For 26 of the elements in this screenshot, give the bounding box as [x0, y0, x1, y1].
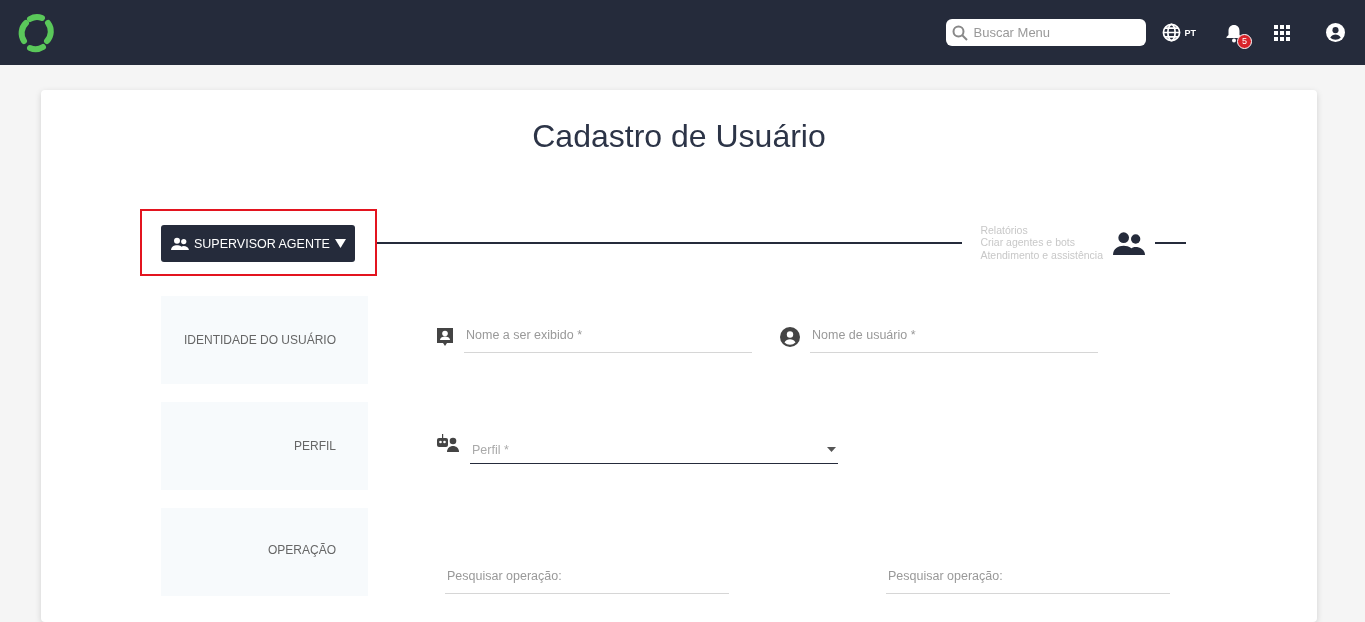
- profile-button[interactable]: [1326, 23, 1345, 42]
- logo-icon: [16, 12, 56, 53]
- search-field[interactable]: Pesquisar operação:: [445, 563, 729, 594]
- caret-icon: [334, 239, 346, 248]
- caret-icon: [827, 447, 836, 452]
- grid-icon: [1274, 24, 1290, 41]
- notification-count: 5: [1237, 33, 1252, 49]
- page-title: Cadastro de Usuário: [531, 118, 827, 155]
- input-field[interactable]: Nome de usuário *: [810, 321, 1098, 353]
- contact-card-icon: [436, 327, 454, 347]
- input-field[interactable]: Nome a ser exibido *: [464, 321, 752, 353]
- section-label: PERFIL: [294, 439, 336, 453]
- search-icon: [952, 25, 969, 41]
- globe-icon: [1162, 23, 1182, 42]
- search-field[interactable]: Pesquisar operação:: [886, 563, 1170, 594]
- robot-person-icon: [436, 434, 460, 452]
- search-field[interactable]: Buscar Menu: [946, 19, 1147, 46]
- apps-button[interactable]: [1274, 24, 1290, 41]
- section-label: IDENTIDADE DO USUÁRIO: [184, 333, 336, 347]
- account-icon: [780, 327, 800, 347]
- people-icon: [171, 236, 189, 251]
- role-dropdown-button[interactable]: SUPERVISOR AGENTE: [161, 225, 355, 262]
- section-label: OPERAÇÃO: [268, 543, 336, 557]
- account-icon: [1326, 23, 1345, 42]
- people-icon: [1113, 230, 1145, 255]
- language-button[interactable]: PT: [1162, 23, 1196, 42]
